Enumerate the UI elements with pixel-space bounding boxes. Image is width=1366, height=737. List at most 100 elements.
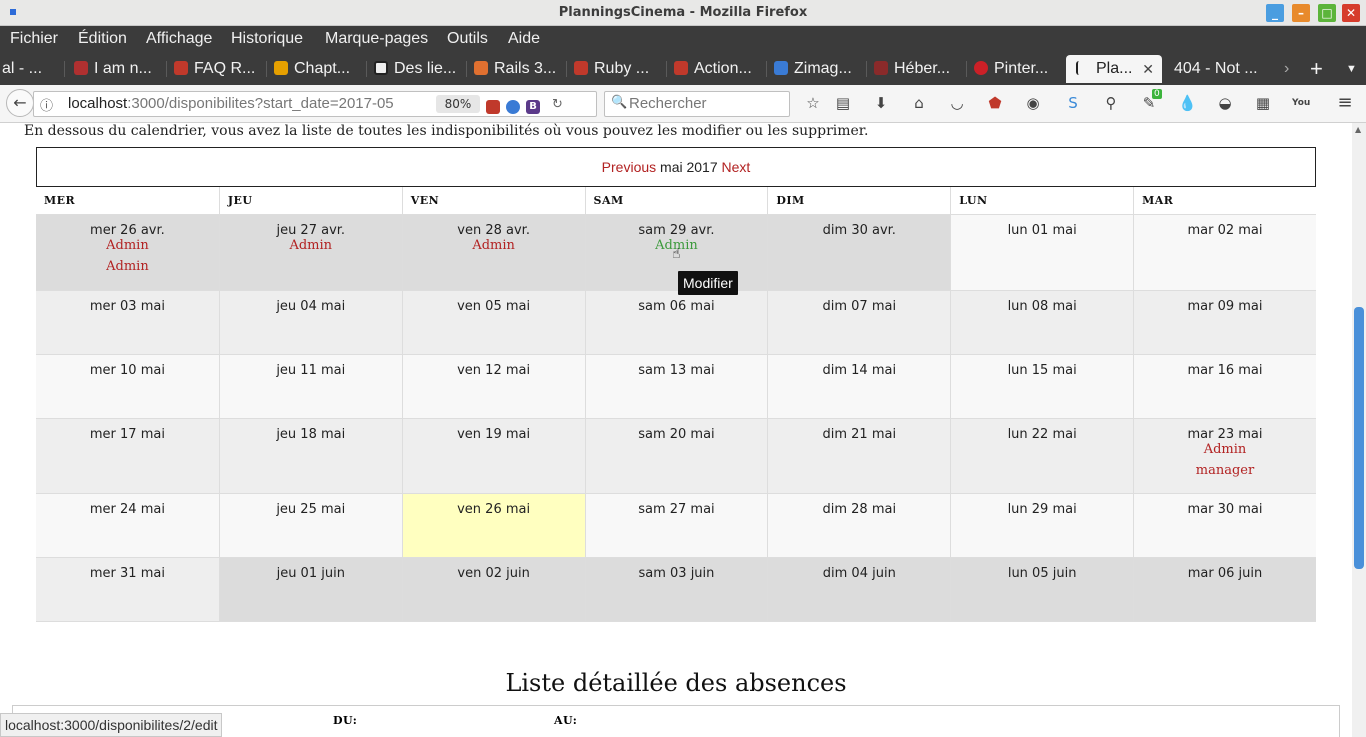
new-tab-button[interactable]: + <box>1310 55 1330 83</box>
menu-historique[interactable]: Historique <box>231 30 303 48</box>
absence-link[interactable]: Admin <box>36 238 219 253</box>
tab-favicon <box>874 61 888 75</box>
maximize-button[interactable]: □ <box>1318 4 1336 22</box>
restore-button[interactable]: – <box>1292 4 1310 22</box>
grid-icon[interactable]: ▦ <box>1254 94 1272 112</box>
drop-icon[interactable]: 💧 <box>1178 94 1197 112</box>
zoom-indicator[interactable]: 80% <box>436 95 480 113</box>
absence-link[interactable]: manager <box>1134 463 1316 478</box>
colorpicker-icon[interactable]: ◉ <box>1024 94 1042 112</box>
tab-4[interactable]: Des lie... <box>374 55 464 83</box>
scrollbar-thumb[interactable] <box>1354 307 1364 569</box>
rails-ext-icon[interactable] <box>486 100 500 114</box>
calendar-day: dim 28 mai <box>767 494 951 557</box>
weekday-header: MER <box>44 194 76 207</box>
intro-text: En dessous du calendrier, vous avez la l… <box>24 123 869 139</box>
tab-scroll-right-icon[interactable]: › <box>1284 55 1298 83</box>
s-ext-icon[interactable]: S <box>1064 94 1082 112</box>
url-text[interactable]: localhost:3000/disponibilites?start_date… <box>68 95 438 112</box>
menu-fichier[interactable]: Fichier <box>10 30 58 48</box>
home-icon[interactable]: ⌂ <box>910 94 928 112</box>
day-label: mar 30 mai <box>1187 502 1263 517</box>
minimize-button[interactable]: _ <box>1266 4 1284 22</box>
day-label: lun 05 juin <box>1007 566 1077 581</box>
back-button[interactable]: ← <box>6 89 34 117</box>
tab-label: Pinter... <box>994 60 1049 77</box>
wand-icon[interactable]: ⚲ <box>1102 94 1120 112</box>
previous-month-link[interactable]: Previous <box>602 159 656 175</box>
tab-label: Ruby ... <box>594 60 650 77</box>
tab-6[interactable]: Ruby ... <box>574 55 664 83</box>
menu-affichage[interactable]: Affichage <box>146 30 212 48</box>
ublock-icon[interactable]: ⬟ <box>986 94 1004 112</box>
tab-3[interactable]: Chapt... <box>274 55 362 83</box>
day-label: lun 15 mai <box>1007 363 1077 378</box>
current-month: mai 2017 <box>660 159 718 175</box>
absence-link[interactable]: Admin <box>403 238 585 253</box>
menu-outils[interactable]: Outils <box>447 30 488 48</box>
day-label: sam 13 mai <box>638 363 715 378</box>
tab-active[interactable]: Pla... ✕ <box>1066 55 1162 83</box>
tab-2[interactable]: FAQ R... <box>174 55 262 83</box>
day-label: sam 27 mai <box>638 502 715 517</box>
calendar-day: lun 01 mai <box>950 215 1134 290</box>
menu-edition[interactable]: Édition <box>78 30 127 48</box>
absence-link[interactable]: Admin <box>36 259 219 274</box>
day-label: mer 17 mai <box>89 427 165 442</box>
reader-list-icon[interactable]: ▤ <box>834 94 852 112</box>
calendar-day: mer 31 mai <box>36 558 219 621</box>
calendar-day: ven 02 juin <box>401 558 585 621</box>
calendar-day: dim 30 avr. <box>767 215 951 290</box>
day-label: ven 26 mai <box>457 502 531 517</box>
calendar-day: lun 22 mai <box>950 419 1134 493</box>
tab-favicon <box>674 61 688 75</box>
download-icon[interactable]: ⬇ <box>872 94 890 112</box>
bootstrap-ext-icon[interactable]: B <box>526 100 540 114</box>
calendar-day: jeu 11 mai <box>218 355 402 418</box>
tab-0[interactable]: al - ... <box>2 55 60 83</box>
absence-link[interactable]: Admin <box>1134 442 1316 457</box>
tab-close-icon[interactable]: ✕ <box>1142 55 1154 83</box>
calendar-day: mar 02 mai <box>1133 215 1316 290</box>
info-icon[interactable]: ⓘ <box>40 95 53 114</box>
tab-label: Zimag... <box>794 60 852 77</box>
tab-8[interactable]: Zimag... <box>774 55 864 83</box>
calendar-week-row: mer 10 mai jeu 11 mai ven 12 mai sam 13 mai… <box>36 355 1316 419</box>
tab-12[interactable]: 404 - Not ... <box>1174 55 1274 83</box>
tab-1[interactable]: I am n... <box>74 55 164 83</box>
close-window-button[interactable]: ✕ <box>1342 4 1360 22</box>
pocket-icon[interactable]: ◡ <box>948 94 966 112</box>
day-label: jeu 01 juin <box>276 566 345 581</box>
url-bar[interactable]: ⓘ localhost:3000/disponibilites?start_da… <box>33 91 597 117</box>
navigation-bar: ← ⓘ localhost:3000/disponibilites?start_… <box>0 85 1366 123</box>
page-scrollbar[interactable]: ▲ <box>1352 123 1366 737</box>
tab-label: I am n... <box>94 60 152 77</box>
day-label: jeu 25 mai <box>276 502 346 517</box>
reload-icon[interactable]: ↻ <box>552 97 566 112</box>
menu-aide[interactable]: Aide <box>508 30 540 48</box>
hamburger-menu-icon[interactable]: ≡ <box>1336 94 1354 112</box>
window-title: PlanningsCinema - Mozilla Firefox <box>558 5 808 20</box>
day-label: lun 01 mai <box>1007 223 1077 238</box>
menu-marque-pages[interactable]: Marque-pages <box>325 30 428 48</box>
absence-link[interactable]: Admin <box>220 238 402 253</box>
scroll-up-icon[interactable]: ▲ <box>1355 125 1361 134</box>
day-label: sam 29 avr. <box>638 223 715 238</box>
tab-10[interactable]: Pinter... <box>974 55 1064 83</box>
youtube-icon[interactable]: You <box>1292 94 1310 112</box>
tab-list-icon[interactable]: ▼ <box>1346 55 1360 83</box>
incognito-icon[interactable]: ◒ <box>1216 94 1234 112</box>
tab-9[interactable]: Héber... <box>874 55 964 83</box>
weekday-header: MAR <box>1133 187 1316 214</box>
tab-5[interactable]: Rails 3... <box>474 55 564 83</box>
day-label: lun 29 mai <box>1007 502 1077 517</box>
next-month-link[interactable]: Next <box>722 159 751 175</box>
tab-7[interactable]: Action... <box>674 55 764 83</box>
search-box[interactable]: 🔍 Rechercher <box>604 91 790 117</box>
day-label: lun 08 mai <box>1007 299 1077 314</box>
calendar-day: mar 23 mai Admin manager <box>1133 419 1316 493</box>
ext-badge: 0 <box>1152 89 1162 99</box>
bookmark-star-icon[interactable]: ☆ <box>804 94 822 112</box>
calendar-week-row: mer 24 mai jeu 25 mai ven 26 mai sam 27 mai… <box>36 494 1316 558</box>
wifi-ext-icon[interactable] <box>506 100 520 114</box>
